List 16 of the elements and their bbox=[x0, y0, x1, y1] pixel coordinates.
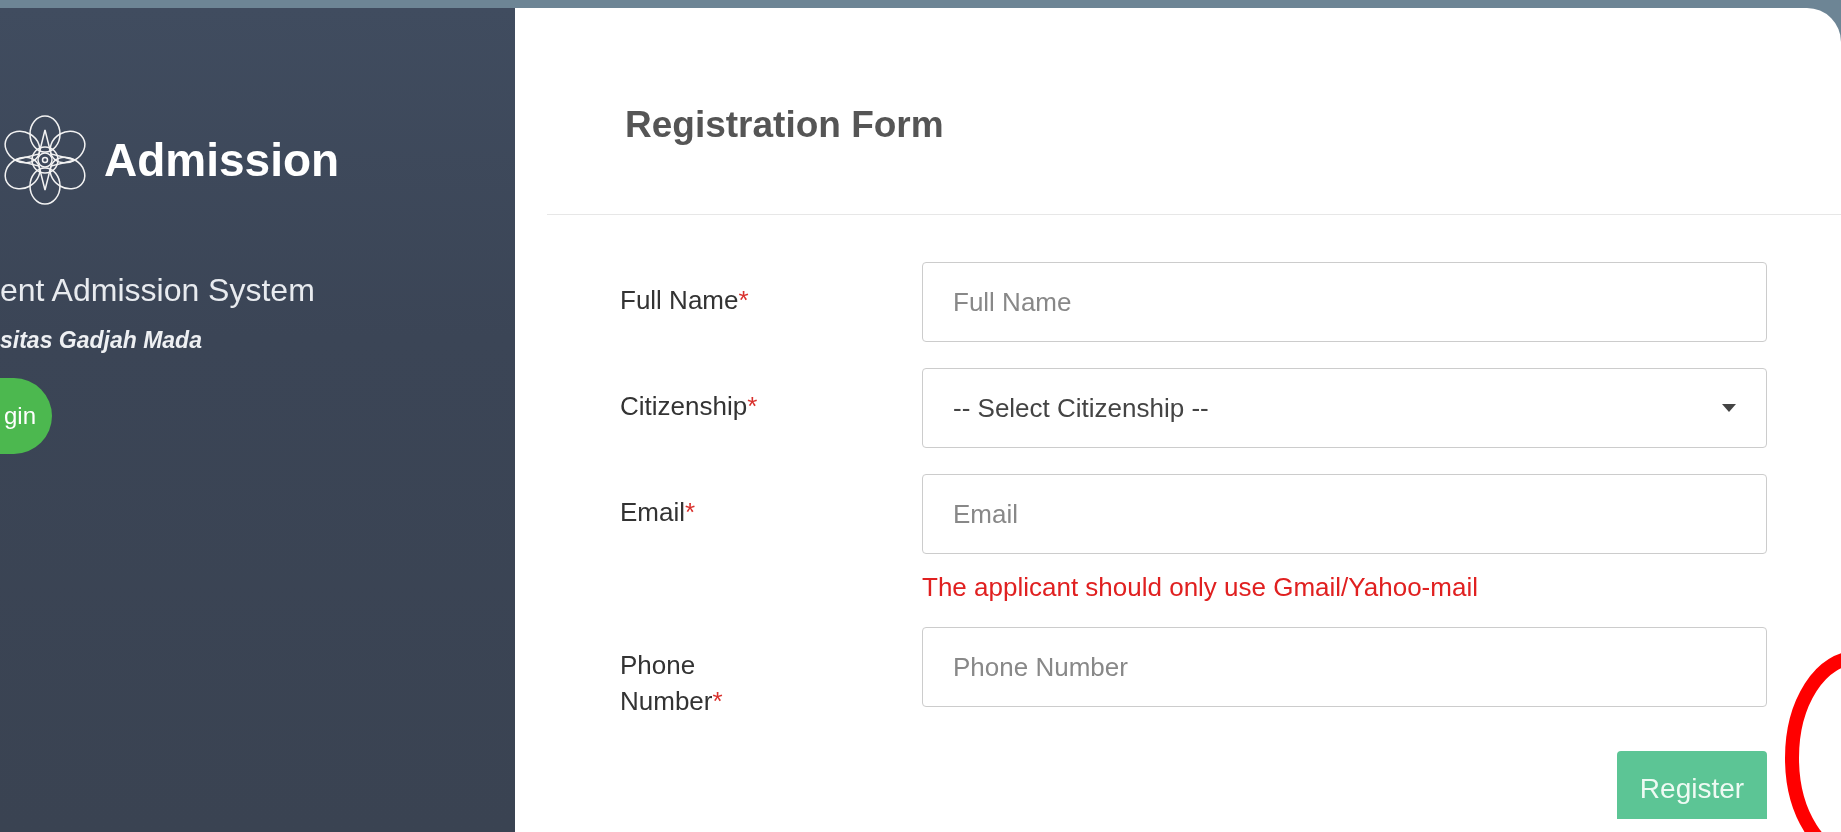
citizenship-select[interactable]: -- Select Citizenship -- bbox=[922, 368, 1767, 448]
input-field[interactable]: Full Name bbox=[922, 262, 1767, 342]
help-text: The applicant should only use Gmail/Yahoo-mail bbox=[922, 572, 1478, 603]
brand-title: Admission bbox=[104, 133, 340, 187]
register-button[interactable]: Register bbox=[1617, 751, 1767, 819]
field-label: Citizenship* bbox=[620, 390, 759, 423]
input-field[interactable]: Email bbox=[922, 474, 1767, 554]
field-label: Full Name* bbox=[620, 284, 750, 317]
field-label: Email* bbox=[620, 496, 697, 529]
caret-icon bbox=[1722, 404, 1736, 412]
field-label: Phone Number* bbox=[620, 649, 724, 718]
system-subtitle: ent Admission System bbox=[0, 272, 315, 309]
institution-name: sitas Gadjah Mada bbox=[0, 327, 202, 354]
login-button[interactable]: gin bbox=[0, 378, 53, 454]
input-field[interactable]: Phone Number bbox=[922, 627, 1767, 707]
form-title: Registration Form bbox=[625, 104, 945, 146]
